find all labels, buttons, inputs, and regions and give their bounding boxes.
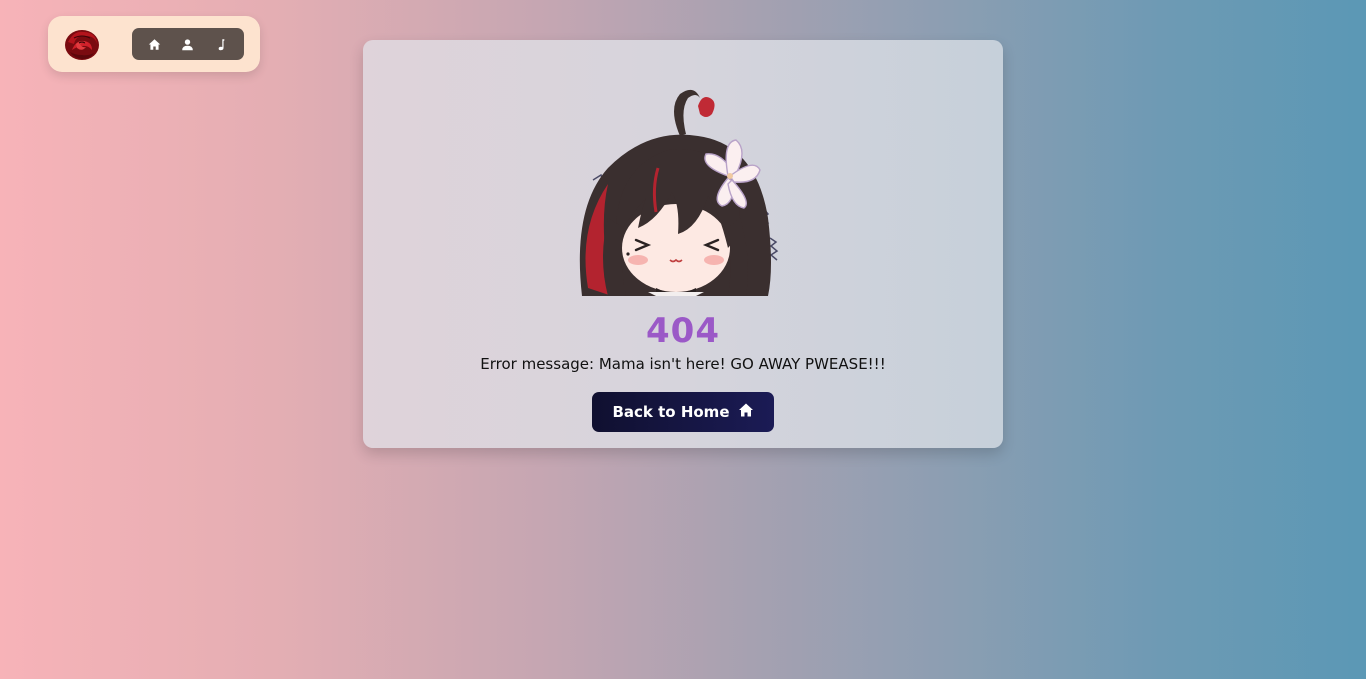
home-icon[interactable] <box>143 32 167 56</box>
back-to-home-label: Back to Home <box>612 403 730 421</box>
rose-logo-icon[interactable] <box>62 26 102 62</box>
back-to-home-button[interactable]: Back to Home <box>592 392 774 432</box>
music-note-icon[interactable] <box>209 32 233 56</box>
error-message: Error message: Mama isn't here! GO AWAY … <box>480 355 886 373</box>
chibi-mascot-image <box>568 88 788 296</box>
nav-icon-bar <box>132 28 244 60</box>
error-card: 404 Error message: Mama isn't here! GO A… <box>363 40 1003 448</box>
top-nav <box>48 16 260 72</box>
home-icon <box>738 402 754 422</box>
user-icon[interactable] <box>176 32 200 56</box>
error-code: 404 <box>646 311 720 351</box>
